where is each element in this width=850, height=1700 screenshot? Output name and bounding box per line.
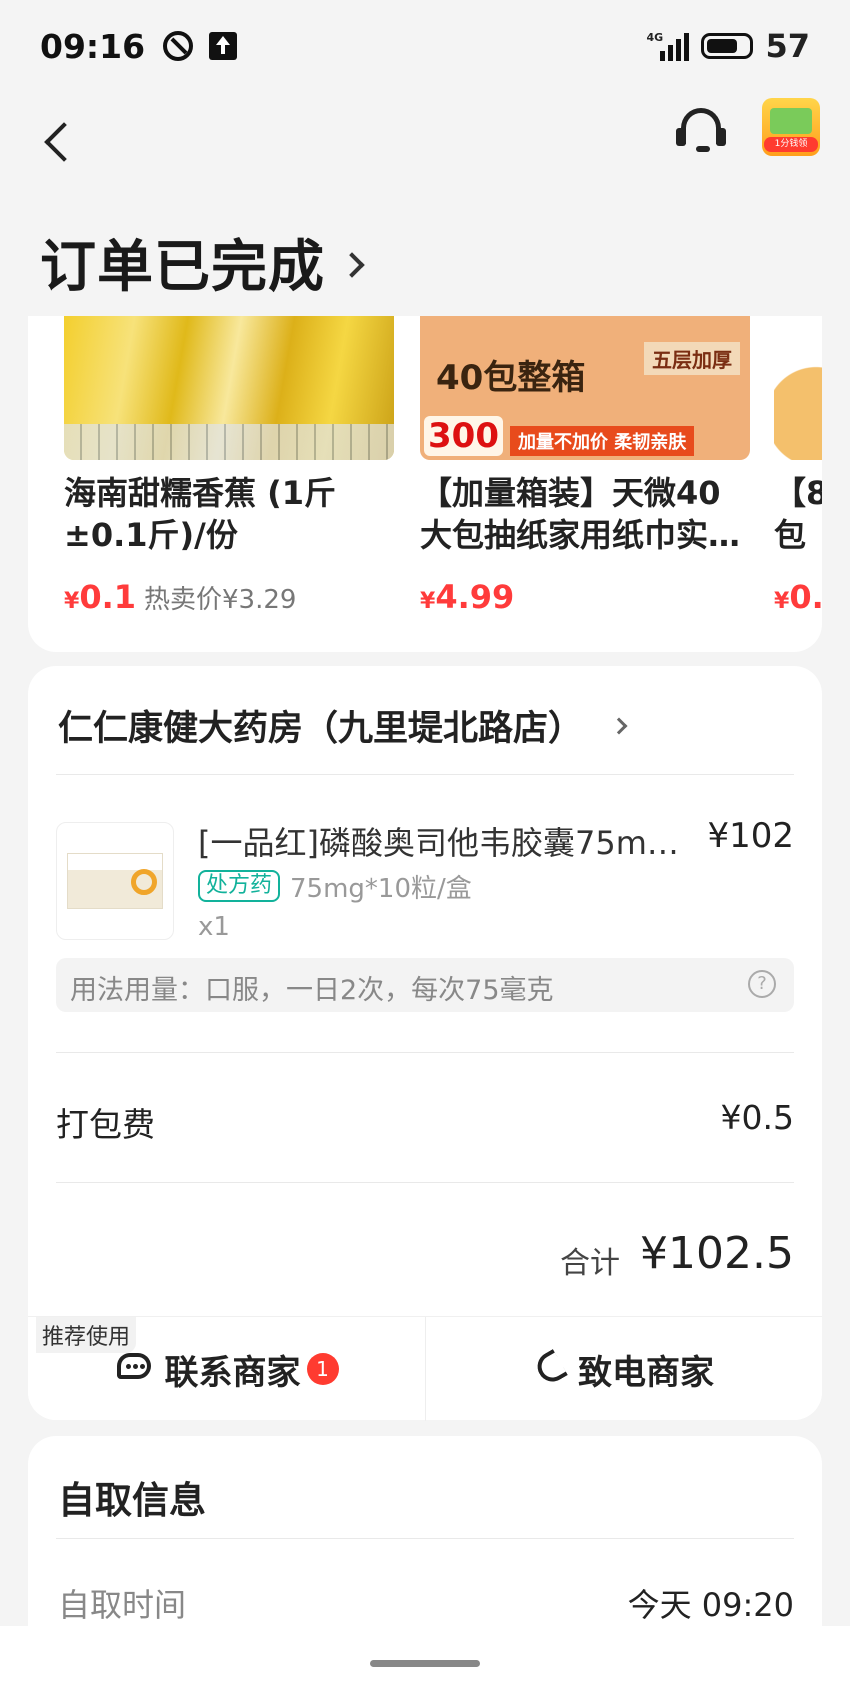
contact-merchant-button[interactable]: 联系商家 1 (28, 1317, 425, 1421)
product-quantity: x1 (198, 912, 230, 942)
order-status-title: 订单已完成 (40, 235, 325, 300)
back-chevron-icon[interactable] (40, 112, 80, 172)
system-nav-bar (0, 1626, 850, 1700)
currency-symbol: ¥ (774, 589, 790, 614)
banana-image (64, 316, 394, 460)
do-not-disturb-icon (163, 31, 194, 61)
phone-icon (532, 1349, 568, 1389)
tissue-count: 300 (424, 416, 503, 456)
pickup-time-label: 自取时间 (58, 1586, 187, 1624)
recommendation-carousel[interactable]: 海南甜糯香蕉 (1斤±0.1斤)/份 ¥ 0.1 热卖价¥3.29 40包整箱 … (28, 316, 822, 652)
divider (56, 1538, 794, 1539)
pickup-time-value: 今天 09:20 (627, 1586, 794, 1624)
headset-icon[interactable] (676, 106, 726, 156)
recommendation-name: 海南甜糯香蕉 (1斤±0.1斤)/份 (64, 474, 337, 554)
packing-fee-value: ¥0.5 (720, 1098, 794, 1137)
contact-label: 联系商家 (164, 1352, 301, 1393)
signal-icon: 4G (646, 31, 690, 61)
tissue-badge: 五层加厚 (644, 342, 740, 375)
upload-icon (209, 32, 238, 60)
store-name: 仁仁康健大药房（九里堤北路店） (58, 709, 584, 749)
call-merchant-button[interactable]: 致电商家 (426, 1317, 822, 1421)
network-type: 4G (646, 31, 664, 44)
home-indicator[interactable] (370, 1660, 480, 1667)
product-name[interactable]: [一品红]磷酸奥司他韦胶囊75mg*10粒/盒 (198, 818, 698, 864)
recommendation-item[interactable]: 【8包原 ¥ 0. (774, 316, 822, 616)
product-price: ¥102 (707, 816, 794, 856)
recommendation-item[interactable]: 海南甜糯香蕉 (1斤±0.1斤)/份 ¥ 0.1 热卖价¥3.29 (64, 316, 394, 616)
price-row: ¥ 4.99 (420, 578, 750, 616)
battery-level: 57 (765, 27, 810, 65)
gift-promo-icon[interactable]: 1分钱领 (762, 98, 820, 156)
cake-image (774, 316, 822, 460)
store-order-card: 仁仁康健大药房（九里堤北路店） [一品红]磷酸奥司他韦胶囊75mg*10粒/盒 … (28, 666, 822, 1420)
store-header[interactable]: 仁仁康健大药房（九里堤北路店） (58, 700, 628, 751)
pickup-title: 自取信息 (58, 1479, 206, 1522)
tissue-headline: 40包整箱 (436, 358, 586, 398)
battery-icon (701, 33, 754, 59)
usage-text: 用法用量：口服，一日2次，每次75毫克 (70, 975, 554, 1006)
divider (56, 1182, 794, 1183)
status-left-icons (163, 31, 238, 61)
price-row: ¥ 0. (774, 578, 822, 616)
divider (56, 774, 794, 775)
call-label: 致电商家 (578, 1352, 714, 1393)
total-label: 合计 (560, 1246, 620, 1281)
status-right-icons: 4G 57 (646, 27, 810, 65)
usage-instructions: 用法用量：口服，一日2次，每次75毫克 ? (56, 958, 794, 1012)
recommendation-name: 【8包原 (774, 474, 822, 554)
currency-symbol: ¥ (420, 589, 436, 614)
chat-icon (115, 1351, 155, 1387)
recommendation-price: 4.99 (435, 578, 515, 616)
contact-actions: 推荐使用 联系商家 1 致电商家 (28, 1316, 822, 1421)
status-time: 09:16 (40, 26, 146, 66)
chevron-right-icon (339, 251, 365, 278)
recommendation-price: 0.1 (79, 578, 136, 616)
product-thumbnail[interactable] (56, 822, 174, 940)
tissue-image: 40包整箱 五层加厚 300 加量不加价 柔韧亲肤 (420, 316, 750, 460)
tissue-slogan: 加量不加价 柔韧亲肤 (510, 426, 695, 456)
prescription-badge: 处方药 (198, 870, 281, 902)
status-bar: 09:16 4G 57 (0, 0, 850, 92)
product-spec: 75mg*10粒/盒 (290, 874, 472, 904)
divider (56, 1052, 794, 1053)
packing-fee-label: 打包费 (56, 1105, 155, 1144)
price-row: ¥ 0.1 热卖价¥3.29 (64, 578, 394, 616)
nav-bar: 1分钱领 (0, 92, 850, 218)
currency-symbol: ¥ (64, 589, 80, 614)
hot-price: 热卖价¥3.29 (144, 585, 297, 615)
recommendation-item[interactable]: 40包整箱 五层加厚 300 加量不加价 柔韧亲肤 【加量箱装】天微40大包抽纸… (420, 316, 750, 616)
recommendation-price: 0. (789, 578, 822, 616)
question-icon[interactable]: ? (748, 970, 776, 998)
recommendation-name: 【加量箱装】天微40大包抽纸家用纸巾实… (420, 474, 741, 554)
promo-label: 1分钱领 (764, 137, 818, 152)
chevron-right-icon (610, 717, 628, 734)
total-value: ¥102.5 (640, 1228, 794, 1279)
unread-badge: 1 (306, 1353, 339, 1385)
order-status[interactable]: 订单已完成 (40, 222, 365, 303)
